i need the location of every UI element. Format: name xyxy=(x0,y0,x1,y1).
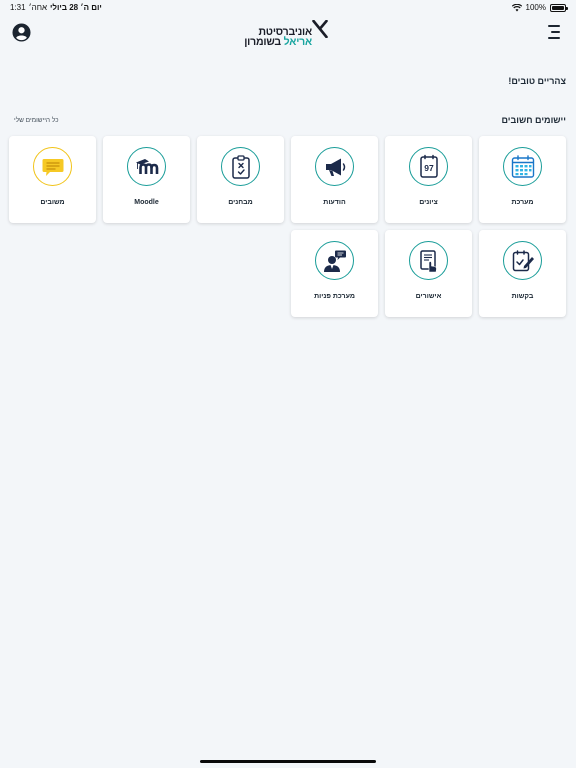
tile-icon-circle xyxy=(221,147,260,186)
status-time-date: 1:31 אחה׳ יום ה׳ 28 ביולי xyxy=(10,3,102,12)
tile-label: הודעות xyxy=(323,199,346,206)
app-tile-approvals[interactable]: אישורים xyxy=(385,230,472,317)
wifi-icon xyxy=(511,3,522,11)
feedback-chat-icon xyxy=(42,158,63,176)
menu-line-icon xyxy=(548,25,560,27)
app-tile-grades[interactable]: 97 ציונים xyxy=(385,136,472,223)
tile-icon-circle xyxy=(33,147,72,186)
logo-mark-icon xyxy=(312,20,328,38)
status-time: 1:31 xyxy=(10,3,26,12)
requests-edit-icon xyxy=(512,249,534,271)
hamburger-menu-button[interactable] xyxy=(544,24,560,40)
home-indicator[interactable] xyxy=(200,760,376,763)
tile-icon-circle xyxy=(315,241,354,280)
logo-text-line2: אריאל בשומרון xyxy=(244,36,312,48)
tile-label: בקשות xyxy=(511,293,534,300)
tile-label: מבחנים xyxy=(228,199,253,206)
tile-icon-circle xyxy=(315,147,354,186)
user-profile-icon xyxy=(12,23,31,42)
status-indicators: 100% xyxy=(511,3,568,12)
status-ampm: אחה׳ xyxy=(28,3,48,12)
tile-icon-circle: 97 xyxy=(409,147,448,186)
tile-icon-circle xyxy=(503,147,542,186)
tile-label: ציונים xyxy=(419,199,438,206)
moodle-icon xyxy=(135,158,158,174)
tile-label: משובים xyxy=(40,199,65,206)
logo-text-shomron: בשומרון xyxy=(244,36,281,48)
tile-label: מערכת xyxy=(511,199,534,206)
menu-line-icon xyxy=(548,37,560,39)
app-tile-inquiries[interactable]: מערכת פניות xyxy=(291,230,378,317)
grade-number: 97 xyxy=(424,163,434,173)
battery-fill xyxy=(552,5,564,10)
greeting-text: צהריים טובים! xyxy=(508,76,566,86)
tile-label: אישורים xyxy=(415,293,442,300)
logo-text-ariel: אריאל xyxy=(283,36,313,48)
calendar-icon xyxy=(511,154,534,178)
section-title-important-apps: יישומים חשובים xyxy=(501,115,567,125)
menu-line-icon xyxy=(551,31,560,33)
app-tile-moodle[interactable]: Moodle xyxy=(103,136,190,223)
status-bar: 1:31 אחה׳ יום ה׳ 28 ביולי 100% xyxy=(0,0,576,14)
grades-icon: 97 xyxy=(419,154,438,178)
approvals-icon xyxy=(419,249,437,272)
exam-clipboard-icon xyxy=(231,154,250,179)
support-inquiries-icon xyxy=(323,250,346,272)
profile-button[interactable] xyxy=(12,23,31,42)
tile-icon-circle xyxy=(409,241,448,280)
university-logo: אוניברסיטת אריאל בשומרון xyxy=(244,18,330,48)
top-bar: אוניברסיטת אריאל בשומרון xyxy=(0,18,576,52)
tile-icon-circle xyxy=(503,241,542,280)
status-date: יום ה׳ 28 ביולי xyxy=(50,3,102,12)
app-tile-requests[interactable]: בקשות xyxy=(479,230,566,317)
all-my-apps-link[interactable]: כל היישומים שלי xyxy=(14,117,59,124)
tile-icon-circle xyxy=(127,147,166,186)
app-tile-feedback[interactable]: משובים xyxy=(9,136,96,223)
app-tile-announcements[interactable]: הודעות xyxy=(291,136,378,223)
battery-percent: 100% xyxy=(525,3,546,12)
app-tile-schedule[interactable]: מערכת xyxy=(479,136,566,223)
tile-label: מערכת פניות xyxy=(314,293,355,300)
battery-icon xyxy=(550,3,568,12)
tile-label: Moodle xyxy=(134,199,159,206)
megaphone-icon xyxy=(325,158,345,176)
app-tile-exams[interactable]: מבחנים xyxy=(197,136,284,223)
